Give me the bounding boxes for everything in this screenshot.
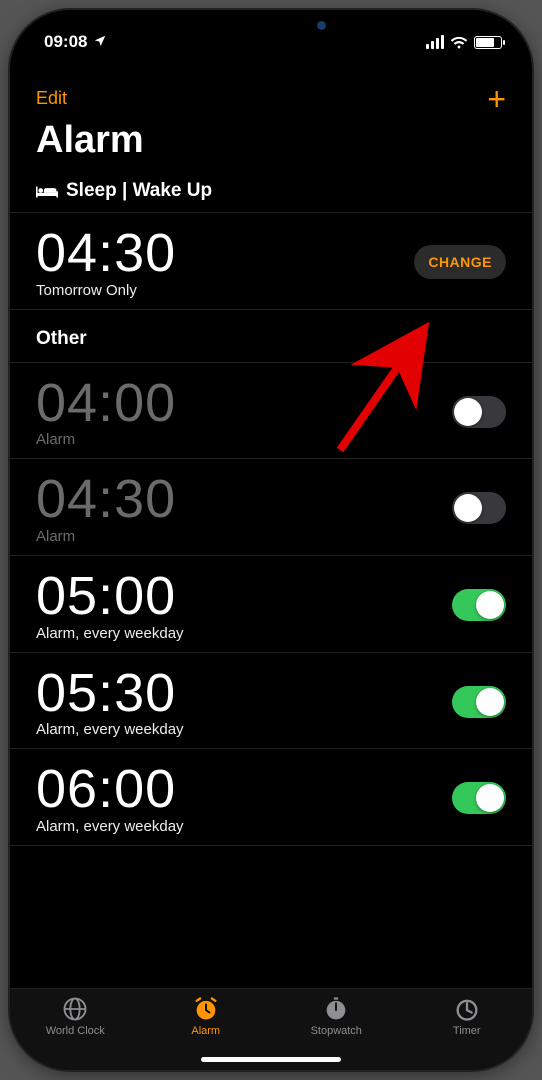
alarm-time: 04:30 bbox=[36, 471, 176, 528]
alarm-time: 04:00 bbox=[36, 375, 176, 432]
alarm-sub: Alarm, every weekday bbox=[36, 721, 184, 738]
cellular-icon bbox=[426, 35, 444, 49]
alarm-time: 05:30 bbox=[36, 665, 184, 722]
tab-stopwatch-label: Stopwatch bbox=[311, 1025, 362, 1037]
alarm-row[interactable]: 05:00Alarm, every weekday bbox=[10, 556, 532, 653]
sleep-wake-header: Sleep | Wake Up bbox=[10, 176, 532, 213]
sleep-alarm-time: 04:30 bbox=[36, 225, 176, 282]
status-time: 09:08 bbox=[44, 32, 87, 52]
tab-timer-label: Timer bbox=[453, 1025, 481, 1037]
alarm-time: 06:00 bbox=[36, 761, 184, 818]
edit-button[interactable]: Edit bbox=[36, 88, 67, 109]
tab-alarm[interactable]: Alarm bbox=[141, 995, 272, 1037]
tab-timer[interactable]: Timer bbox=[402, 995, 533, 1037]
alarm-sub: Alarm, every weekday bbox=[36, 625, 184, 642]
sleep-wake-header-label: Sleep | Wake Up bbox=[66, 180, 212, 202]
home-indicator[interactable] bbox=[201, 1057, 341, 1062]
alarm-sub: Alarm, every weekday bbox=[36, 818, 184, 835]
tab-alarm-label: Alarm bbox=[191, 1025, 220, 1037]
alarm-toggle[interactable] bbox=[452, 396, 506, 428]
sleep-alarm-row: 04:30 Tomorrow Only CHANGE bbox=[10, 213, 532, 310]
page-title: Alarm bbox=[10, 113, 532, 176]
alarm-row[interactable]: 04:00Alarm bbox=[10, 363, 532, 460]
tab-world-clock[interactable]: World Clock bbox=[10, 995, 141, 1037]
tab-world-clock-label: World Clock bbox=[46, 1025, 105, 1037]
navbar: Edit + bbox=[10, 80, 532, 113]
sleep-alarm-sub: Tomorrow Only bbox=[36, 282, 176, 299]
add-alarm-button[interactable]: + bbox=[487, 89, 506, 109]
other-header: Other bbox=[10, 310, 532, 363]
tab-stopwatch[interactable]: Stopwatch bbox=[271, 995, 402, 1037]
alarm-time: 05:00 bbox=[36, 568, 184, 625]
bed-icon bbox=[36, 183, 58, 199]
alarm-toggle[interactable] bbox=[452, 492, 506, 524]
alarm-row[interactable]: 05:30Alarm, every weekday bbox=[10, 653, 532, 750]
alarm-toggle[interactable] bbox=[452, 589, 506, 621]
alarm-toggle[interactable] bbox=[452, 782, 506, 814]
phone-frame: 09:08 Edit + Alarm Sleep | Wake Up bbox=[10, 10, 532, 1070]
alarm-toggle[interactable] bbox=[452, 686, 506, 718]
location-icon bbox=[93, 34, 107, 51]
notch bbox=[161, 10, 381, 40]
alarm-sub: Alarm bbox=[36, 528, 176, 545]
battery-icon bbox=[474, 36, 502, 49]
change-button[interactable]: CHANGE bbox=[414, 245, 506, 279]
alarm-row[interactable]: 04:30Alarm bbox=[10, 459, 532, 556]
alarm-row[interactable]: 06:00Alarm, every weekday bbox=[10, 749, 532, 846]
wifi-icon bbox=[450, 35, 468, 49]
alarm-sub: Alarm bbox=[36, 431, 176, 448]
